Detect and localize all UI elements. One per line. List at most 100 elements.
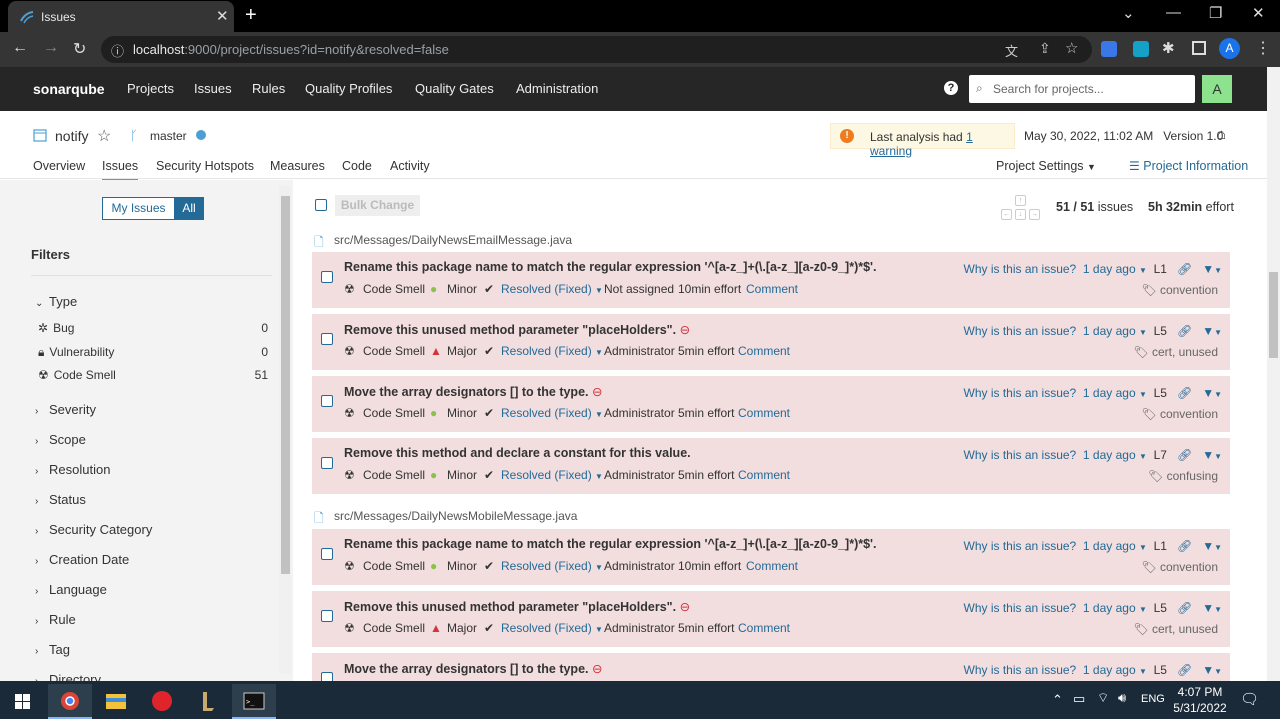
extension-translate-icon[interactable] <box>1101 41 1117 57</box>
issue-type[interactable]: Code Smell <box>363 344 425 358</box>
permalink-icon[interactable]: 🔗︎ <box>1177 601 1192 615</box>
tab-code[interactable]: Code <box>342 159 372 173</box>
issue-message[interactable]: Move the array designators [] to the typ… <box>344 661 602 676</box>
nav-administration[interactable]: Administration <box>516 81 598 96</box>
issue-checkbox[interactable] <box>321 610 333 622</box>
filter-icon[interactable]: ▼ <box>1202 601 1214 615</box>
issue-comment-link[interactable]: Comment <box>738 344 790 358</box>
issue-age[interactable]: 1 day ago ▼ <box>1083 386 1147 400</box>
permalink-icon[interactable]: 🔗︎ <box>1177 262 1192 276</box>
site-info-icon[interactable]: ⓘ <box>111 41 124 60</box>
issue-line[interactable]: L1 <box>1154 262 1167 276</box>
issue-line[interactable]: L7 <box>1154 448 1167 462</box>
permalink-icon[interactable]: 🔗︎ <box>1177 539 1192 553</box>
filter-scope[interactable]: › Scope <box>35 432 86 447</box>
close-tab-icon[interactable]: ✕ <box>216 7 229 25</box>
app-red-taskbar-icon[interactable] <box>140 684 184 719</box>
issue-severity[interactable]: Minor <box>447 468 477 482</box>
project-information-link[interactable]: ☰ Project Information <box>1129 159 1248 173</box>
project-search-input[interactable]: ⌕ Search for projects... <box>969 75 1195 103</box>
tab-measures[interactable]: Measures <box>270 159 325 173</box>
project-settings-menu[interactable]: Project Settings ▼ <box>996 159 1096 173</box>
issue-line[interactable]: L5 <box>1154 324 1167 338</box>
issue-assignee[interactable]: Administrator <box>604 406 675 420</box>
permalink-icon[interactable]: 🔗︎ <box>1177 386 1192 400</box>
issue-message[interactable]: Rename this package name to match the re… <box>344 537 877 551</box>
filter-type-vulnerability[interactable]: 🔒︎ Vulnerability 0 <box>38 345 268 360</box>
bulk-change-button[interactable]: Bulk Change <box>335 195 420 216</box>
user-avatar[interactable]: A <box>1202 75 1232 103</box>
issue-age[interactable]: 1 day ago ▼ <box>1083 262 1147 276</box>
issue-card[interactable]: Rename this package name to match the re… <box>312 252 1230 308</box>
issue-card[interactable]: Remove this unused method parameter "pla… <box>312 314 1230 370</box>
issue-comment-link[interactable]: Comment <box>738 406 790 420</box>
permalink-icon[interactable]: 🔗︎ <box>1177 324 1192 338</box>
issue-tags[interactable]: 🏷︎ cert, unused <box>1133 345 1218 359</box>
forward-icon[interactable]: → <box>43 39 59 57</box>
issue-severity[interactable]: Minor <box>447 406 477 420</box>
issue-type[interactable]: Code Smell <box>363 406 425 420</box>
help-icon[interactable]: ? <box>944 81 958 95</box>
issue-checkbox[interactable] <box>321 548 333 560</box>
tab-activity[interactable]: Activity <box>390 159 430 173</box>
issue-severity[interactable]: Major <box>447 344 477 358</box>
filter-rule[interactable]: › Rule <box>35 612 76 627</box>
issue-comment-link[interactable]: Comment <box>746 282 798 296</box>
issue-card[interactable]: Remove this unused method parameter "pla… <box>312 591 1230 647</box>
tab-security-hotspots[interactable]: Security Hotspots <box>156 159 254 173</box>
tab-issues[interactable]: Issues <box>102 159 139 181</box>
issue-severity[interactable]: Major <box>447 621 477 635</box>
file-path[interactable]: src/Messages/DailyNewsEmailMessage.java <box>334 233 572 247</box>
issue-line[interactable]: L5 <box>1154 663 1167 677</box>
issue-line[interactable]: L5 <box>1154 601 1167 615</box>
league-taskbar-icon[interactable] <box>186 684 230 719</box>
why-issue-link[interactable]: Why is this an issue? <box>964 601 1077 615</box>
filter-icon[interactable]: ▼ <box>1202 324 1214 338</box>
issue-resolution[interactable]: Resolved (Fixed) ▼ <box>501 468 603 482</box>
issue-tags[interactable]: 🏷︎ convention <box>1141 407 1218 421</box>
issue-checkbox[interactable] <box>321 333 333 345</box>
issue-assignee[interactable]: Administrator <box>604 559 675 573</box>
file-path[interactable]: src/Messages/DailyNewsMobileMessage.java <box>334 509 577 523</box>
issue-message[interactable]: Rename this package name to match the re… <box>344 260 877 274</box>
issue-age[interactable]: 1 day ago ▼ <box>1083 448 1147 462</box>
battery-icon[interactable]: ▭ <box>1073 691 1085 707</box>
branch-help-icon[interactable] <box>196 130 206 140</box>
filter-icon[interactable]: ▼ <box>1202 448 1214 462</box>
issue-message[interactable]: Remove this unused method parameter "pla… <box>344 599 690 614</box>
issue-type[interactable]: Code Smell <box>363 559 425 573</box>
browser-menu-icon[interactable]: ⋮ <box>1255 38 1271 58</box>
filter-language[interactable]: › Language <box>35 582 107 597</box>
favorite-star-icon[interactable]: ☆ <box>97 126 111 146</box>
side-panel-icon[interactable] <box>1192 41 1206 55</box>
issue-checkbox[interactable] <box>321 271 333 283</box>
terminal-taskbar-icon[interactable]: >_ <box>232 684 276 719</box>
why-issue-link[interactable]: Why is this an issue? <box>964 663 1077 677</box>
issue-checkbox[interactable] <box>321 395 333 407</box>
issue-card[interactable]: Move the array designators [] to the typ… <box>312 653 1230 681</box>
issue-resolution[interactable]: Resolved (Fixed) ▼ <box>501 621 603 635</box>
sonarqube-logo[interactable]: sonarqube <box>33 81 105 97</box>
issue-card[interactable]: Rename this package name to match the re… <box>312 529 1230 585</box>
extensions-puzzle-icon[interactable]: ✱ <box>1162 39 1175 57</box>
why-issue-link[interactable]: Why is this an issue? <box>964 386 1077 400</box>
select-all-checkbox[interactable] <box>315 199 327 211</box>
issue-age[interactable]: 1 day ago ▼ <box>1083 601 1147 615</box>
nav-projects[interactable]: Projects <box>127 81 174 96</box>
tab-search-chevron-icon[interactable]: ⌄ <box>1122 4 1135 22</box>
wifi-icon[interactable]: ⌔ <box>1097 690 1109 706</box>
filter-icon[interactable]: ▼ <box>1202 539 1214 553</box>
filter-type-bug[interactable]: ✲ Bug 0 <box>38 321 268 335</box>
file-explorer-taskbar-icon[interactable] <box>94 684 138 719</box>
filter-icon[interactable]: ▼ <box>1202 262 1214 276</box>
issue-type[interactable]: Code Smell <box>363 282 425 296</box>
issue-message[interactable]: Move the array designators [] to the typ… <box>344 384 602 399</box>
issue-resolution[interactable]: Resolved (Fixed) ▼ <box>501 406 603 420</box>
home-icon[interactable]: ⌂ <box>1217 126 1226 143</box>
translate-icon[interactable]: 文 <box>1005 41 1018 60</box>
issue-comment-link[interactable]: Comment <box>738 621 790 635</box>
issue-severity[interactable]: Minor <box>447 559 477 573</box>
issue-tags[interactable]: 🏷︎ cert, unused <box>1133 622 1218 636</box>
nav-issues[interactable]: Issues <box>194 81 232 96</box>
window-close-icon[interactable]: ✕ <box>1252 4 1265 22</box>
